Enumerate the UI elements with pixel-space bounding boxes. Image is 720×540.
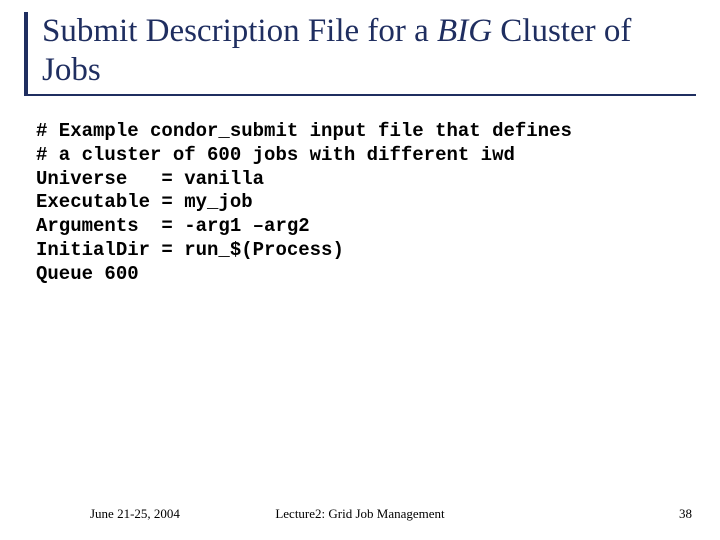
title-italic: BIG <box>437 13 492 49</box>
code-line-3: Universe = vanilla <box>36 168 264 190</box>
slide-title: Submit Description File for a BIG Cluste… <box>42 12 696 90</box>
code-line-2: # a cluster of 600 jobs with different i… <box>36 144 515 166</box>
code-line-5: Arguments = -arg1 –arg2 <box>36 215 310 237</box>
title-prefix: Submit Description File for a <box>42 13 437 49</box>
title-container: Submit Description File for a BIG Cluste… <box>24 12 696 96</box>
code-line-6: InitialDir = run_$(Process) <box>36 239 344 261</box>
footer-page-number: 38 <box>679 506 692 522</box>
code-line-7: Queue 600 <box>36 263 139 285</box>
slide: Submit Description File for a BIG Cluste… <box>0 0 720 540</box>
code-block: # Example condor_submit input file that … <box>36 120 684 286</box>
code-line-4: Executable = my_job <box>36 191 253 213</box>
code-line-1: # Example condor_submit input file that … <box>36 120 572 142</box>
footer-lecture: Lecture2: Grid Job Management <box>0 506 720 522</box>
